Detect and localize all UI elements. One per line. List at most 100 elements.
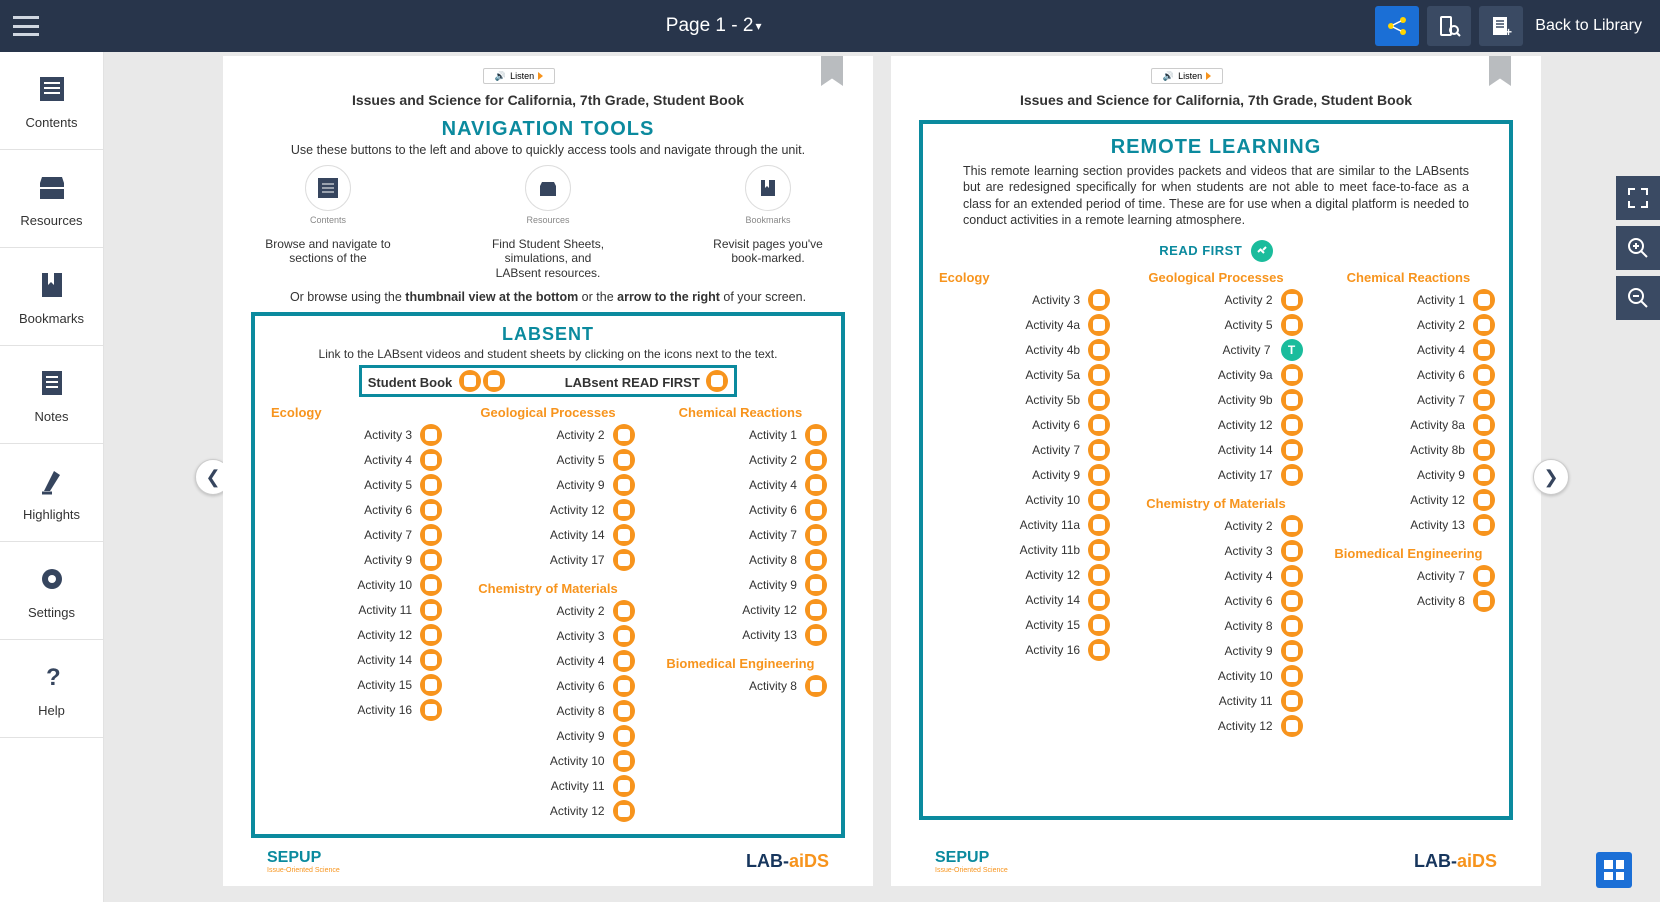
activity-link[interactable]: Activity 10: [265, 574, 446, 596]
activity-link[interactable]: Activity 8b: [1318, 439, 1499, 461]
sidebar-item-resources[interactable]: Resources: [0, 150, 103, 248]
link-icon[interactable]: [1088, 489, 1110, 511]
link-icon[interactable]: [1088, 289, 1110, 311]
link-icon[interactable]: [805, 624, 827, 646]
book-search-button[interactable]: [1427, 6, 1471, 46]
activity-link[interactable]: Activity 15: [933, 614, 1114, 636]
link-icon[interactable]: T: [1281, 339, 1303, 361]
tool-resources-icon[interactable]: [525, 165, 571, 211]
activity-link[interactable]: Activity 6: [265, 499, 446, 521]
activity-link[interactable]: Activity 7: [650, 524, 831, 546]
link-icon[interactable]: [1088, 589, 1110, 611]
activity-link[interactable]: Activity 11a: [933, 514, 1114, 536]
activity-link[interactable]: Activity 3: [265, 424, 446, 446]
link-icon[interactable]: [1473, 565, 1495, 587]
activity-link[interactable]: Activity 7: [933, 439, 1114, 461]
activity-link[interactable]: Activity 9: [933, 464, 1114, 486]
activity-link[interactable]: Activity 3: [1125, 540, 1306, 562]
link-icon[interactable]: [1473, 439, 1495, 461]
activity-link[interactable]: Activity 9: [457, 474, 638, 496]
link-icon[interactable]: [1088, 414, 1110, 436]
link-icon[interactable]: [805, 549, 827, 571]
link-icon[interactable]: [1088, 564, 1110, 586]
link-icon[interactable]: [459, 370, 481, 392]
link-icon[interactable]: [1281, 389, 1303, 411]
link-icon[interactable]: [1281, 515, 1303, 537]
link-icon[interactable]: [1473, 414, 1495, 436]
link-icon[interactable]: [420, 549, 442, 571]
activity-link[interactable]: Activity 9b: [1125, 389, 1306, 411]
sidebar-item-help[interactable]: ? Help: [0, 640, 103, 738]
link-icon[interactable]: [1088, 464, 1110, 486]
activity-link[interactable]: Activity 4b: [933, 339, 1114, 361]
link-icon[interactable]: [1281, 439, 1303, 461]
link-icon[interactable]: [420, 674, 442, 696]
link-icon[interactable]: [1088, 639, 1110, 661]
link-icon[interactable]: [1473, 289, 1495, 311]
activity-link[interactable]: Activity 10: [1125, 665, 1306, 687]
sidebar-item-bookmarks[interactable]: Bookmarks: [0, 248, 103, 346]
activity-link[interactable]: Activity 7: [1318, 565, 1499, 587]
share-button[interactable]: [1375, 6, 1419, 46]
bookmark-ribbon-icon[interactable]: [1489, 56, 1511, 86]
listen-button[interactable]: 🔊 Listen: [483, 68, 555, 84]
activity-link[interactable]: Activity 9: [457, 725, 638, 747]
activity-link[interactable]: Activity 8: [650, 549, 831, 571]
link-icon[interactable]: [805, 574, 827, 596]
activity-link[interactable]: Activity 13: [650, 624, 831, 646]
activity-link[interactable]: Activity 8a: [1318, 414, 1499, 436]
activity-link[interactable]: Activity 2: [1318, 314, 1499, 336]
thumbnail-grid-button[interactable]: [1596, 852, 1632, 888]
activity-link[interactable]: Activity 5: [1125, 314, 1306, 336]
activity-link[interactable]: Activity 12: [1125, 414, 1306, 436]
link-icon[interactable]: [420, 599, 442, 621]
activity-link[interactable]: Activity 14: [1125, 439, 1306, 461]
link-icon[interactable]: [1281, 640, 1303, 662]
link-icon[interactable]: [420, 524, 442, 546]
link-icon[interactable]: [1088, 439, 1110, 461]
link-icon[interactable]: [613, 474, 635, 496]
link-icon[interactable]: [613, 449, 635, 471]
link-icon[interactable]: [1473, 389, 1495, 411]
link-icon[interactable]: [613, 625, 635, 647]
activity-link[interactable]: Activity 12: [457, 800, 638, 822]
link-icon[interactable]: [1088, 314, 1110, 336]
link-icon[interactable]: [1281, 590, 1303, 612]
link-icon[interactable]: [420, 474, 442, 496]
link-icon[interactable]: [1281, 615, 1303, 637]
link-icon[interactable]: [1088, 539, 1110, 561]
back-to-library-link[interactable]: Back to Library: [1535, 17, 1642, 35]
link-icon[interactable]: [420, 574, 442, 596]
activity-link[interactable]: Activity 8: [1125, 615, 1306, 637]
link-icon[interactable]: [805, 449, 827, 471]
link-icon[interactable]: [1473, 590, 1495, 612]
activity-link[interactable]: Activity 17: [1125, 464, 1306, 486]
link-icon[interactable]: [420, 649, 442, 671]
activity-link[interactable]: Activity 1: [1318, 289, 1499, 311]
activity-link[interactable]: Activity 6: [650, 499, 831, 521]
link-icon[interactable]: [1088, 364, 1110, 386]
activity-link[interactable]: Activity 8: [457, 700, 638, 722]
activity-link[interactable]: Activity 5: [265, 474, 446, 496]
activity-link[interactable]: Activity 6: [1318, 364, 1499, 386]
activity-link[interactable]: Activity 9: [1125, 640, 1306, 662]
activity-link[interactable]: Activity 12: [650, 599, 831, 621]
link-icon[interactable]: [1281, 289, 1303, 311]
activity-link[interactable]: Activity 12: [265, 624, 446, 646]
bookmark-ribbon-icon[interactable]: [821, 56, 843, 86]
link-icon[interactable]: [420, 699, 442, 721]
link-icon[interactable]: [420, 449, 442, 471]
link-icon[interactable]: [1473, 514, 1495, 536]
activity-link[interactable]: Activity 15: [265, 674, 446, 696]
link-icon[interactable]: [1473, 339, 1495, 361]
fullscreen-button[interactable]: [1616, 176, 1660, 220]
link-icon[interactable]: [805, 474, 827, 496]
link-icon[interactable]: [1281, 414, 1303, 436]
activity-link[interactable]: Activity 11b: [933, 539, 1114, 561]
menu-button[interactable]: [0, 0, 52, 52]
link-icon[interactable]: [613, 725, 635, 747]
activity-link[interactable]: Activity 13: [1318, 514, 1499, 536]
activity-link[interactable]: Activity 9a: [1125, 364, 1306, 386]
link-icon[interactable]: [1281, 665, 1303, 687]
link-icon[interactable]: [1281, 364, 1303, 386]
